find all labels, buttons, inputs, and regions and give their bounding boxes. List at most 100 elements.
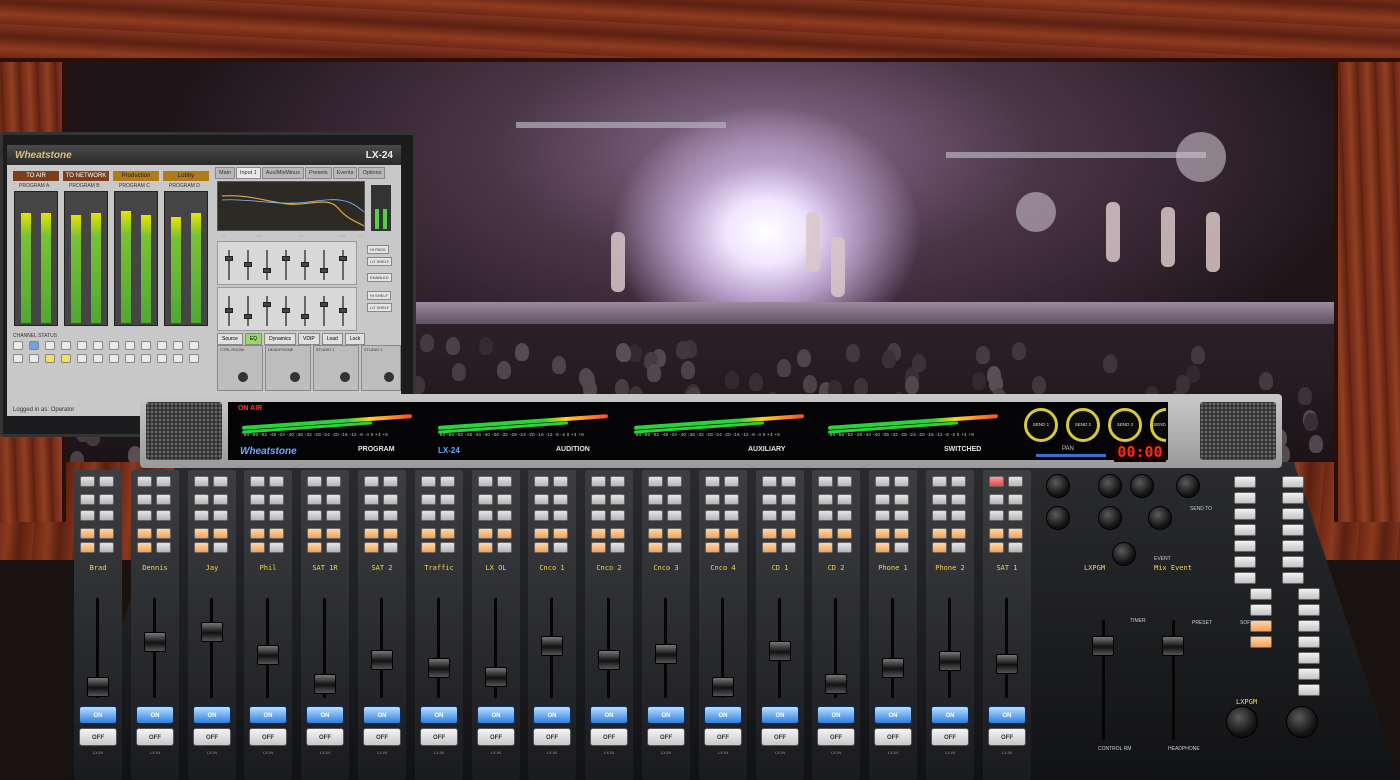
bus-assign-key[interactable]: [156, 510, 171, 521]
bus-assign-key[interactable]: [553, 510, 568, 521]
channel-off-button[interactable]: OFF: [874, 728, 912, 746]
bus-assign-key[interactable]: [894, 476, 909, 487]
channel-on-button[interactable]: ON: [704, 706, 742, 724]
bus-assign-key[interactable]: [250, 494, 265, 505]
bus-assign-key[interactable]: [364, 528, 379, 539]
channel-status-button[interactable]: [45, 354, 55, 363]
bus-assign-key[interactable]: [894, 494, 909, 505]
soft-key[interactable]: [1282, 476, 1304, 488]
bus-assign-key[interactable]: [478, 510, 493, 521]
soft-key[interactable]: [1282, 540, 1304, 552]
bus-assign-key[interactable]: [478, 494, 493, 505]
soft-key[interactable]: [1282, 572, 1304, 584]
bus-assign-key[interactable]: [364, 542, 379, 553]
bus-assign-key[interactable]: [818, 476, 833, 487]
bus-assign-key[interactable]: [497, 528, 512, 539]
channel-status-button[interactable]: [157, 354, 167, 363]
bus-assign-key[interactable]: [440, 510, 455, 521]
bus-assign-key[interactable]: [364, 510, 379, 521]
bus-assign-key[interactable]: [194, 494, 209, 505]
channel-off-button[interactable]: OFF: [533, 728, 571, 746]
channel-on-button[interactable]: ON: [79, 706, 117, 724]
bus-assign-key[interactable]: [497, 510, 512, 521]
send-to-knob[interactable]: [1176, 474, 1200, 498]
bus-assign-key[interactable]: [818, 542, 833, 553]
bus-assign-key[interactable]: [99, 528, 114, 539]
bus-assign-key[interactable]: [383, 510, 398, 521]
bus-assign-key[interactable]: [194, 510, 209, 521]
headphone-level-knob[interactable]: [1226, 706, 1258, 738]
channel-on-button[interactable]: ON: [249, 706, 287, 724]
channel-status-button[interactable]: [77, 354, 87, 363]
send-1-knob[interactable]: SEND 1: [1024, 408, 1058, 442]
bus-assign-key[interactable]: [932, 510, 947, 521]
channel-status-button[interactable]: [189, 341, 199, 350]
meter-tab[interactable]: TO NETWORK: [63, 171, 109, 181]
bus-assign-key[interactable]: [99, 542, 114, 553]
bus-assign-key[interactable]: [1008, 476, 1023, 487]
bus-assign-key[interactable]: [762, 528, 777, 539]
channel-status-button[interactable]: [125, 354, 135, 363]
bus-assign-key[interactable]: [440, 542, 455, 553]
channel-on-button[interactable]: ON: [193, 706, 231, 724]
bus-assign-key[interactable]: [553, 542, 568, 553]
send-2-knob[interactable]: SEND 2: [1066, 408, 1100, 442]
bus-assign-key[interactable]: [80, 528, 95, 539]
bus-assign-key[interactable]: [383, 476, 398, 487]
channel-on-button[interactable]: ON: [420, 706, 458, 724]
soft-key[interactable]: [1234, 524, 1256, 536]
bus-assign-key[interactable]: [326, 476, 341, 487]
channel-status-button[interactable]: [125, 341, 135, 350]
bus-assign-key[interactable]: [705, 494, 720, 505]
bus-assign-key[interactable]: [610, 494, 625, 505]
bus-assign-key[interactable]: [250, 510, 265, 521]
bus-assign-key[interactable]: [724, 494, 739, 505]
bus-assign-key[interactable]: [80, 494, 95, 505]
bus-assign-key[interactable]: [383, 494, 398, 505]
channel-on-button[interactable]: ON: [136, 706, 174, 724]
bus-assign-key[interactable]: [534, 542, 549, 553]
lock-button[interactable]: Lock: [344, 333, 366, 345]
tab-presets[interactable]: Presets: [304, 167, 332, 179]
bus-assign-key[interactable]: [307, 528, 322, 539]
bus-assign-key[interactable]: [667, 476, 682, 487]
bus-assign-key[interactable]: [610, 510, 625, 521]
bus-assign-key[interactable]: [194, 476, 209, 487]
bus-assign-key[interactable]: [269, 510, 284, 521]
soft-key[interactable]: [1282, 556, 1304, 568]
bus-assign-key[interactable]: [307, 510, 322, 521]
channel-status-button[interactable]: [61, 354, 71, 363]
bus-assign-key[interactable]: [762, 510, 777, 521]
bus-assign-key[interactable]: [837, 528, 852, 539]
channel-on-button[interactable]: ON: [590, 706, 628, 724]
headphone-fader[interactable]: [1162, 636, 1184, 656]
bus-assign-key[interactable]: [762, 494, 777, 505]
bus-assign-key[interactable]: [837, 542, 852, 553]
soft-key[interactable]: [1298, 588, 1320, 600]
tab-events[interactable]: Events: [332, 167, 358, 179]
channel-status-button[interactable]: [173, 354, 183, 363]
mini-fader-cap[interactable]: [225, 308, 233, 313]
bus-assign-key[interactable]: [534, 476, 549, 487]
bus-assign-key[interactable]: [250, 476, 265, 487]
channel-fader[interactable]: [485, 667, 507, 687]
bus-assign-key[interactable]: [610, 476, 625, 487]
mini-fader-cap[interactable]: [339, 256, 347, 261]
channel-off-button[interactable]: OFF: [477, 728, 515, 746]
bus-assign-key[interactable]: [875, 542, 890, 553]
soft-key[interactable]: [1234, 556, 1256, 568]
bus-assign-key[interactable]: [269, 494, 284, 505]
soft-key[interactable]: [1282, 508, 1304, 520]
bus-assign-key[interactable]: [591, 510, 606, 521]
channel-off-button[interactable]: OFF: [704, 728, 742, 746]
bus-assign-key[interactable]: [421, 476, 436, 487]
bus-assign-key[interactable]: [591, 494, 606, 505]
bus-assign-key[interactable]: [269, 542, 284, 553]
bus-assign-key[interactable]: [1008, 528, 1023, 539]
bus-assign-key[interactable]: [875, 494, 890, 505]
channel-fader[interactable]: [655, 644, 677, 664]
bus-assign-key[interactable]: [194, 528, 209, 539]
soft-key[interactable]: [1250, 604, 1272, 616]
bus-assign-key[interactable]: [989, 476, 1004, 487]
bus-assign-key[interactable]: [326, 528, 341, 539]
